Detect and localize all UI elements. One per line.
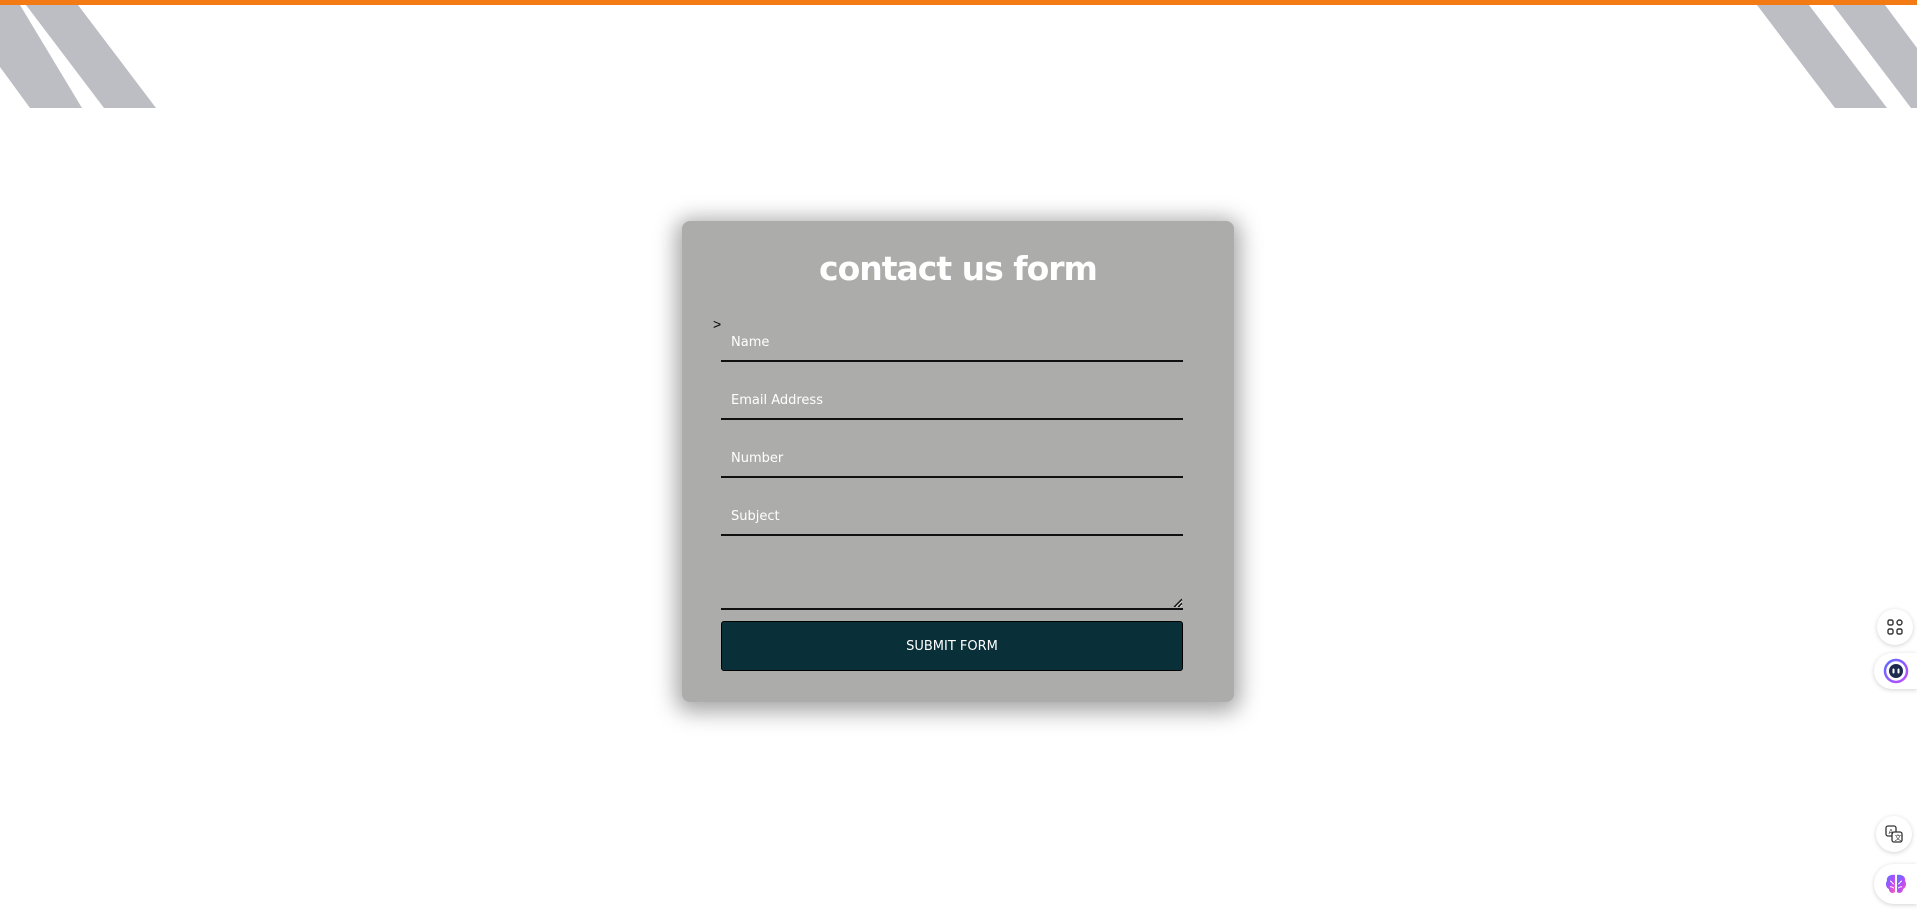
- resize-grip-icon[interactable]: [1172, 597, 1182, 607]
- assistant-bot-icon: [1883, 658, 1908, 684]
- stray-text: >: [713, 316, 722, 332]
- email-field[interactable]: [721, 382, 1183, 420]
- svg-text:A: A: [1889, 828, 1894, 836]
- right-stripe-decoration: [1757, 5, 1917, 108]
- brain-button[interactable]: [1874, 864, 1917, 904]
- submit-form-button[interactable]: SUBMIT FORM: [721, 621, 1183, 671]
- subject-field[interactable]: [721, 498, 1183, 536]
- name-field[interactable]: [721, 324, 1183, 362]
- left-stripe-decoration: [0, 5, 156, 108]
- assistant-bot-button[interactable]: [1874, 653, 1917, 689]
- number-field[interactable]: [721, 440, 1183, 478]
- message-textarea[interactable]: [721, 559, 1183, 610]
- svg-text:文: 文: [1895, 833, 1902, 842]
- brain-icon: [1885, 874, 1906, 893]
- page: contact us form > SUBMIT FORM: [0, 0, 1917, 916]
- apps-grid-button[interactable]: [1877, 609, 1913, 645]
- top-accent-bar: [0, 0, 1917, 5]
- translate-icon: A 文: [1885, 825, 1903, 843]
- translate-button[interactable]: A 文: [1876, 816, 1912, 852]
- contact-form-card: contact us form > SUBMIT FORM: [682, 221, 1234, 702]
- form-title: contact us form: [819, 249, 1098, 288]
- apps-grid-icon: [1887, 619, 1903, 635]
